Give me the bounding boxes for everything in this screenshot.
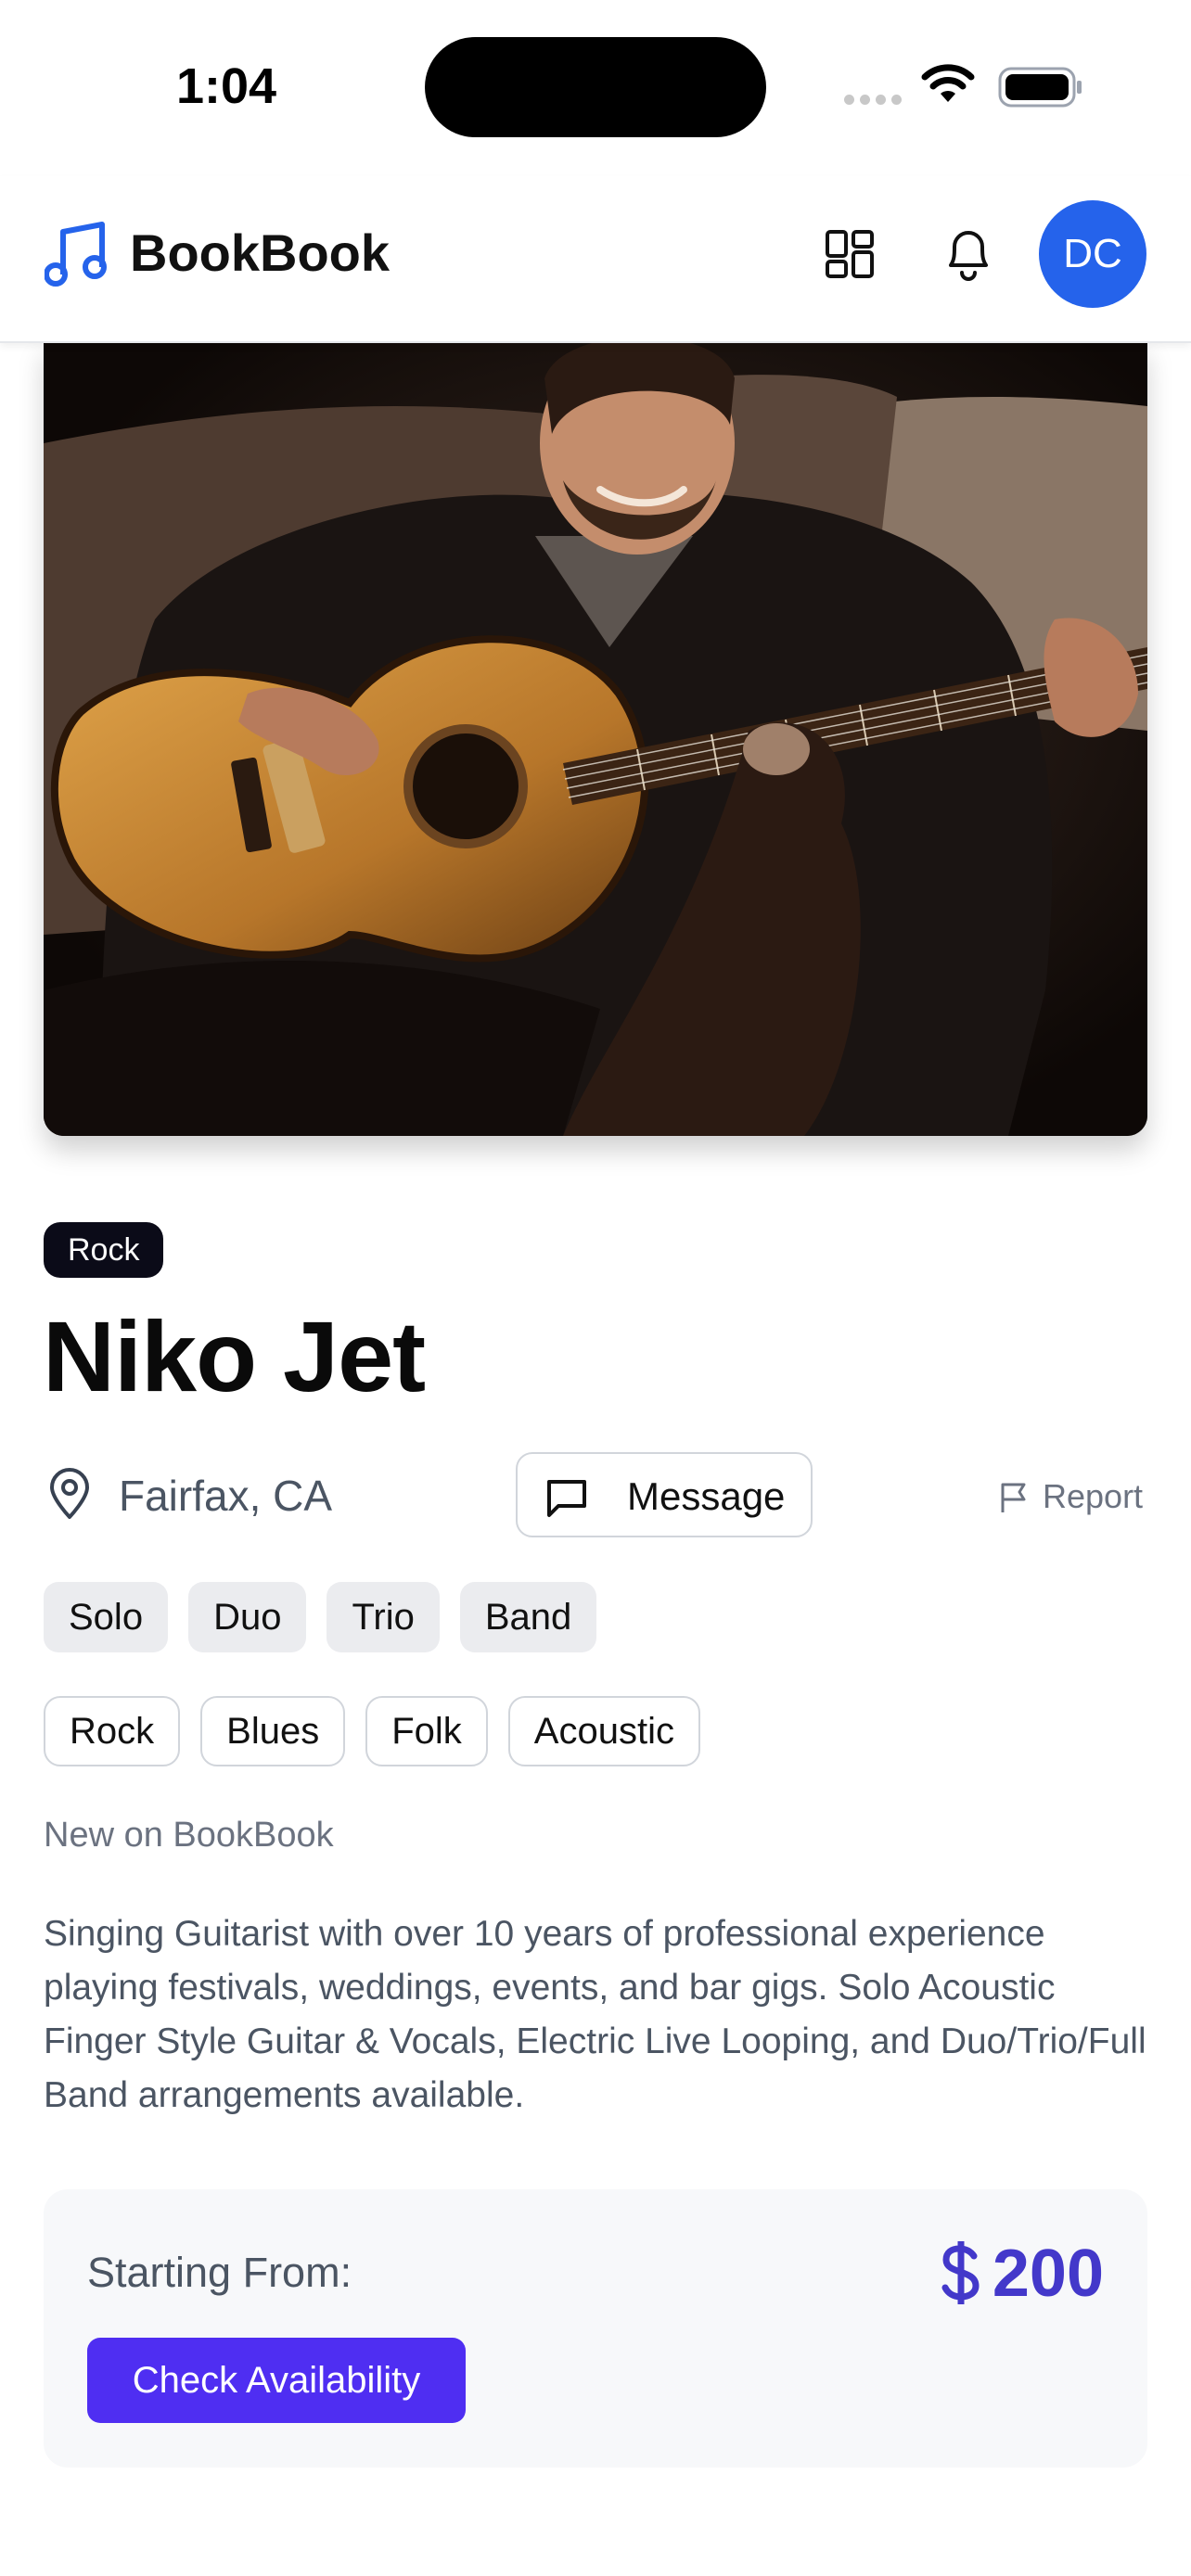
tag-duo: Duo	[188, 1582, 307, 1652]
signal-icon	[844, 95, 902, 105]
tag-folk: Folk	[365, 1696, 488, 1766]
message-icon	[547, 1480, 586, 1517]
grid-icon[interactable]	[824, 228, 876, 280]
message-button[interactable]: Message	[516, 1452, 813, 1537]
brand-name[interactable]: BookBook	[130, 223, 390, 283]
dollar-icon	[941, 2241, 980, 2304]
music-note-icon[interactable]	[45, 221, 109, 287]
performer-bio: Singing Guitarist with over 10 years of …	[44, 1914, 1146, 2115]
genre-badge: Rock	[44, 1222, 164, 1278]
status-bar: 1:04	[0, 0, 1191, 176]
price: 200	[941, 2236, 1104, 2312]
message-button-label: Message	[627, 1474, 786, 1518]
ensemble-size-tags: Solo Duo Trio Band	[44, 1582, 597, 1652]
performer-location: Fairfax, CA	[119, 1472, 333, 1520]
map-pin-icon	[50, 1468, 89, 1519]
pricing-card: Starting From: 200 Check Availability	[44, 2189, 1147, 2468]
report-link[interactable]: Report	[1043, 1477, 1143, 1516]
bell-icon[interactable]	[941, 224, 995, 282]
tag-acoustic: Acoustic	[507, 1696, 700, 1766]
starting-from-label: Starting From:	[87, 2249, 352, 2296]
wifi-icon	[921, 64, 975, 102]
tag-rock: Rock	[44, 1696, 181, 1766]
user-avatar[interactable]: DC	[1039, 200, 1146, 308]
price-amount: 200	[992, 2237, 1104, 2311]
performer-name: Niko Jet	[43, 1300, 426, 1412]
dynamic-island	[425, 37, 766, 137]
battery-icon	[998, 67, 1082, 108]
check-availability-button[interactable]: Check Availability	[87, 2338, 466, 2423]
tag-trio: Trio	[327, 1582, 440, 1652]
tag-blues: Blues	[200, 1696, 346, 1766]
status-time: 1:04	[176, 58, 277, 114]
app-header: BookBook DC	[0, 176, 1191, 343]
tag-solo: Solo	[44, 1582, 169, 1652]
performer-photo	[44, 341, 1147, 1136]
genre-tags: Rock Blues Folk Acoustic	[44, 1696, 700, 1766]
new-on-label: New on BookBook	[44, 1816, 334, 1855]
flag-icon[interactable]	[998, 1481, 1030, 1514]
tag-band: Band	[459, 1582, 597, 1652]
